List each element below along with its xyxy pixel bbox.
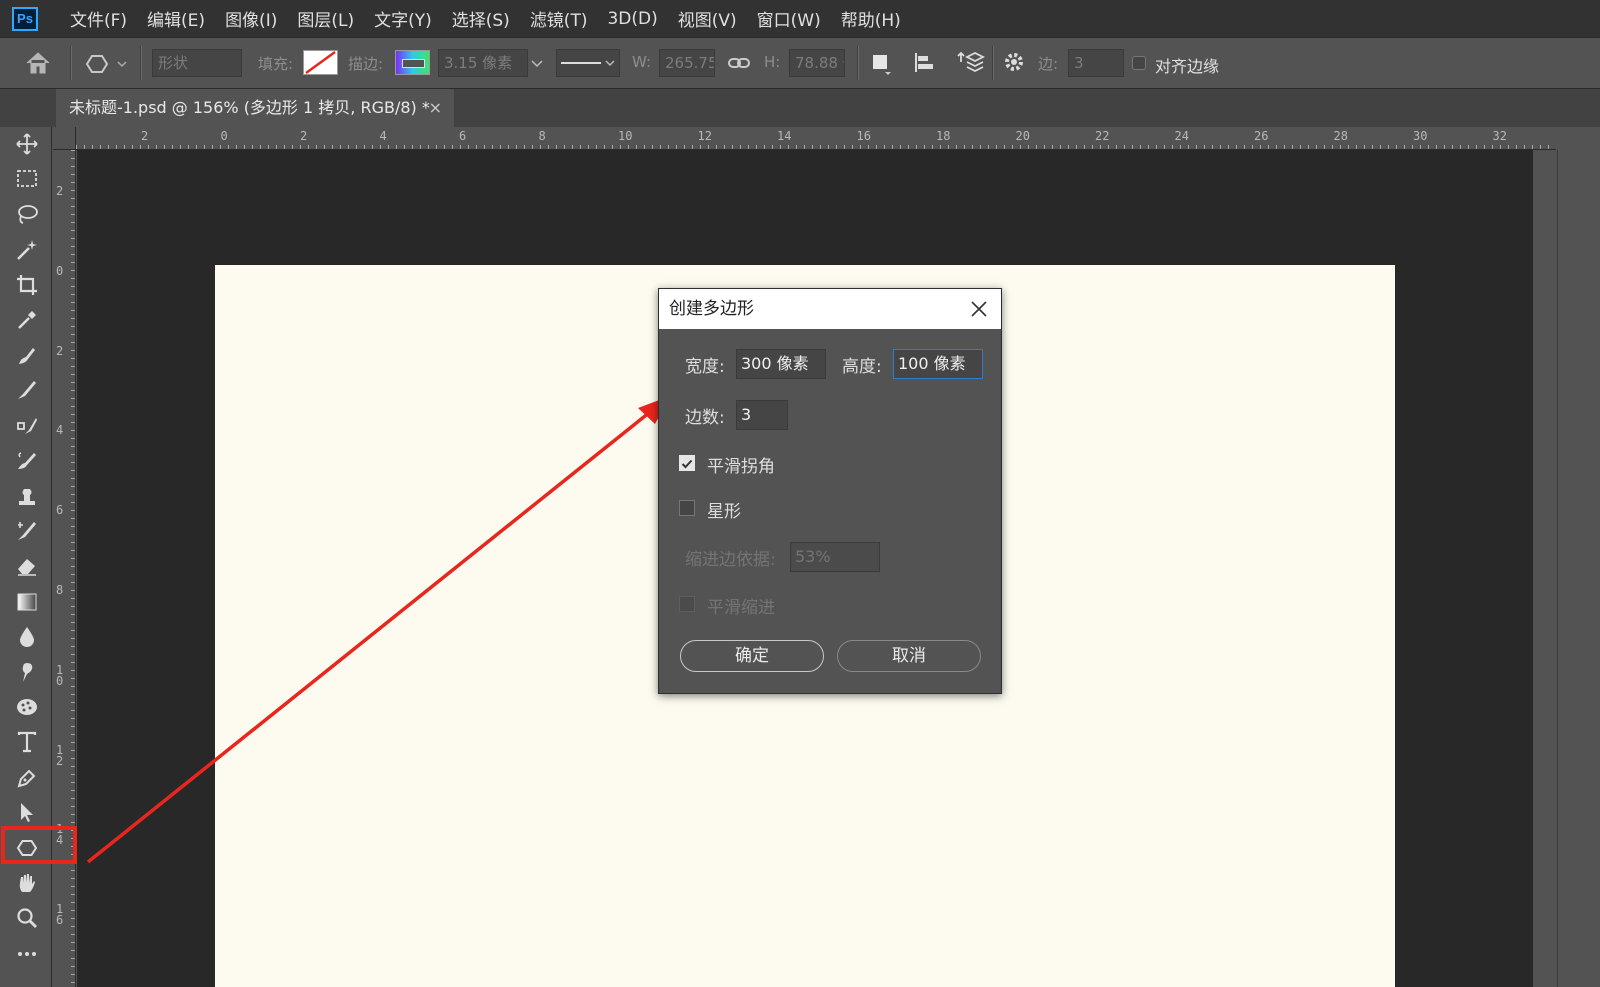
close-icon[interactable]: [969, 299, 989, 319]
smooth-indent-checkbox: [679, 596, 695, 612]
width-label: 宽度:: [685, 357, 725, 377]
smooth-corners-checkbox[interactable]: [679, 455, 695, 471]
cancel-button[interactable]: 取消: [837, 640, 981, 672]
star-label: 星形: [707, 502, 741, 522]
smooth-corners-label: 平滑拐角: [707, 457, 775, 477]
width-input[interactable]: 300 像素: [736, 349, 826, 379]
height-label: 高度:: [842, 357, 882, 377]
checkmark-icon: [681, 459, 693, 469]
indent-label: 缩进边依据:: [685, 550, 776, 570]
star-checkbox[interactable]: [679, 500, 695, 516]
smooth-indent-label: 平滑缩进: [707, 598, 775, 618]
sides-label: 边数:: [685, 408, 725, 428]
dialog-title: 创建多边形: [659, 289, 1001, 329]
height-input[interactable]: 100 像素: [893, 349, 983, 379]
indent-input: 53%: [790, 542, 880, 572]
ok-button[interactable]: 确定: [680, 640, 824, 672]
create-polygon-dialog: 创建多边形 宽度: 300 像素 高度: 100 像素 边数: 3 平滑拐角 星…: [658, 288, 1002, 694]
sides-input[interactable]: 3: [736, 400, 788, 430]
